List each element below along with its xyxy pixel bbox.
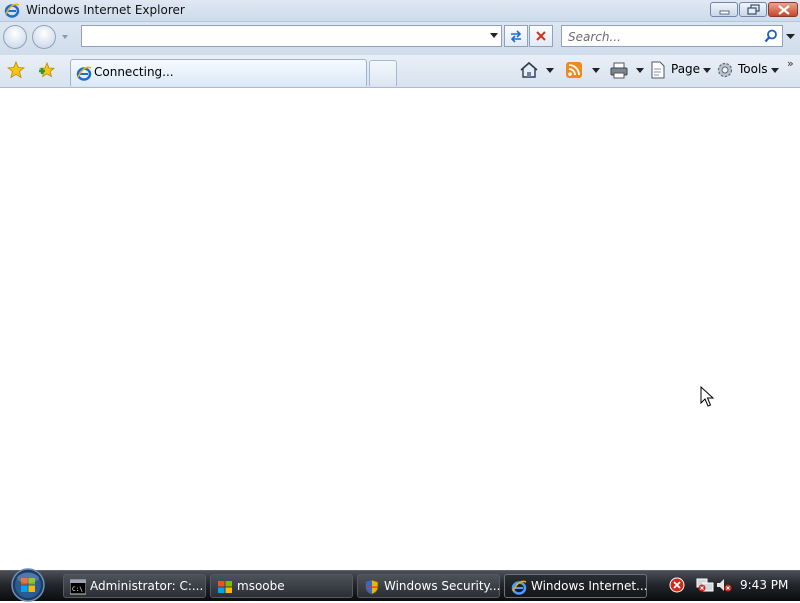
volume-muted-icon[interactable] xyxy=(716,577,732,593)
search-icon[interactable] xyxy=(764,29,778,43)
page-content-area[interactable] xyxy=(0,88,800,570)
tools-menu-button[interactable]: Tools xyxy=(716,61,782,79)
start-button[interactable] xyxy=(8,567,48,603)
ie-icon xyxy=(76,66,92,81)
shield-icon xyxy=(365,579,379,595)
address-bar[interactable] xyxy=(81,25,502,47)
recent-pages-dropdown-icon[interactable] xyxy=(60,32,70,42)
page-dropdown-icon xyxy=(703,68,711,73)
mouse-cursor-icon xyxy=(700,386,714,407)
search-dropdown-icon[interactable] xyxy=(786,34,795,40)
home-icon xyxy=(520,61,538,78)
taskbar-item-msoobe[interactable]: msoobe xyxy=(210,574,353,598)
home-dropdown-icon[interactable] xyxy=(545,67,555,75)
tab-command-bar: Connecting... Page Tools » xyxy=(0,55,800,88)
minimize-icon xyxy=(719,10,730,15)
home-button[interactable] xyxy=(519,61,557,79)
stop-icon xyxy=(536,31,546,41)
print-button[interactable] xyxy=(609,61,647,79)
taskbar-clock[interactable]: 9:43 PM xyxy=(740,578,788,592)
network-icon[interactable] xyxy=(696,577,714,593)
stop-button[interactable] xyxy=(529,25,553,47)
security-alert-icon[interactable] xyxy=(669,577,685,593)
print-dropdown-icon[interactable] xyxy=(635,67,645,75)
cmd-icon: C:\ xyxy=(70,579,86,595)
navigation-bar xyxy=(0,22,800,55)
tools-dropdown-icon xyxy=(771,68,779,73)
refresh-button[interactable] xyxy=(504,25,528,47)
maximize-icon xyxy=(747,4,760,15)
refresh-icon xyxy=(510,30,522,43)
printer-icon xyxy=(610,62,628,79)
taskbar: C:\ Administrator: C:... msoobe Windows … xyxy=(0,567,800,603)
ie-icon xyxy=(4,3,20,18)
add-favorites-icon[interactable] xyxy=(37,61,55,79)
page-icon xyxy=(651,61,665,79)
minimize-button[interactable] xyxy=(710,2,738,17)
address-input[interactable] xyxy=(84,27,488,47)
taskbar-item-label: Windows Security... xyxy=(384,579,501,593)
back-button[interactable] xyxy=(3,25,27,49)
taskbar-item-internet-explorer[interactable]: Windows Internet... xyxy=(504,574,647,598)
taskbar-item-security[interactable]: Windows Security... xyxy=(357,574,500,598)
close-button[interactable] xyxy=(768,2,798,17)
close-icon xyxy=(778,5,790,15)
search-box[interactable] xyxy=(561,25,783,47)
taskbar-item-label: Administrator: C:... xyxy=(90,579,204,593)
feeds-button[interactable] xyxy=(565,61,603,79)
ie-icon xyxy=(511,580,527,595)
search-input[interactable] xyxy=(566,27,760,47)
window-title: Windows Internet Explorer xyxy=(26,3,185,17)
taskbar-item-label: Windows Internet... xyxy=(531,579,648,593)
windows-flag-icon xyxy=(218,581,232,593)
taskbar-item-cmd[interactable]: C:\ Administrator: C:... xyxy=(63,574,206,598)
tab-connecting[interactable]: Connecting... xyxy=(70,59,367,86)
page-menu-button[interactable]: Page xyxy=(650,61,712,79)
forward-button[interactable] xyxy=(32,25,56,49)
favorites-star-icon[interactable] xyxy=(7,61,25,79)
page-menu-label: Page xyxy=(671,62,701,76)
taskbar-item-label: msoobe xyxy=(237,579,285,593)
restore-button[interactable] xyxy=(739,2,767,17)
tools-menu-label: Tools xyxy=(738,62,768,76)
tab-label: Connecting... xyxy=(94,65,174,79)
svg-text:C:\: C:\ xyxy=(72,586,83,593)
toolbar-overflow-chevron[interactable]: » xyxy=(787,57,794,70)
feeds-dropdown-icon[interactable] xyxy=(591,67,601,75)
new-tab-button[interactable] xyxy=(369,60,397,86)
rss-feed-icon xyxy=(566,62,582,78)
title-bar: Windows Internet Explorer xyxy=(0,0,800,22)
address-dropdown-icon[interactable] xyxy=(489,32,499,40)
gear-icon xyxy=(717,62,733,78)
